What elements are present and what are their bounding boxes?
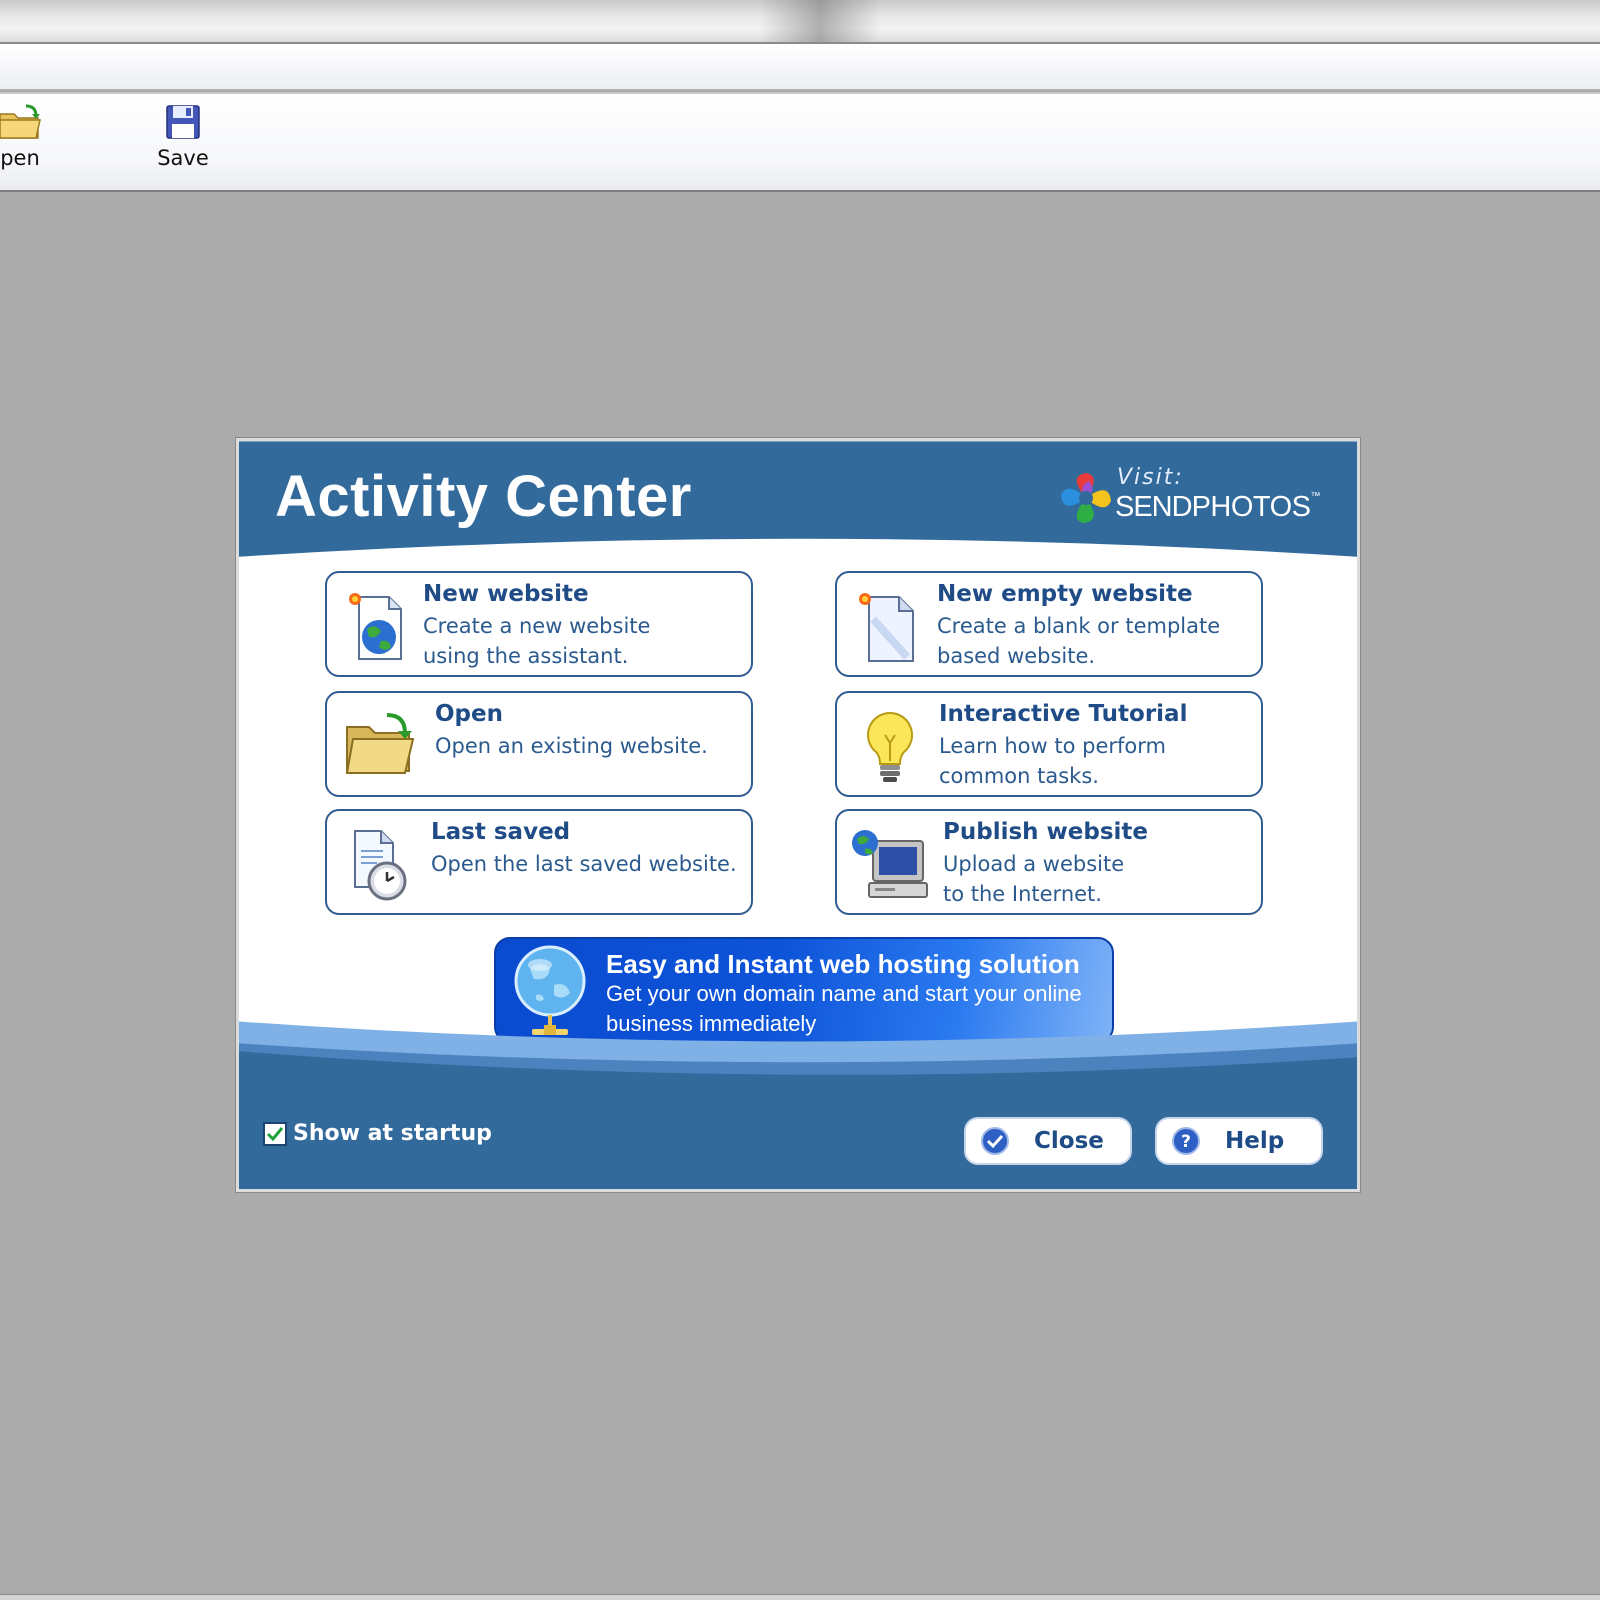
activity-center-dialog: Activity Center Visit: SENDPHOTOS™ New w…	[235, 437, 1361, 1193]
open-folder-icon	[345, 713, 415, 774]
menu-bar	[0, 44, 1600, 90]
lightbulb-icon	[866, 711, 914, 782]
open-toolbar-button[interactable]: pen	[0, 104, 70, 184]
banner-title: Easy and Instant web hosting solution	[606, 949, 1080, 979]
sendphotos-logo[interactable]: Visit: SENDPHOTOS™	[1057, 465, 1320, 531]
last-saved-title: Last saved	[431, 819, 571, 845]
new-website-title: New website	[423, 581, 589, 607]
dialog-footer-background	[239, 1021, 1357, 1189]
last-saved-desc: Open the last saved website.	[431, 852, 737, 876]
open-website-title: Open	[435, 701, 503, 727]
dialog-title: Activity Center	[275, 464, 692, 529]
open-folder-icon	[0, 104, 41, 139]
show-at-startup-label: Show at startup	[293, 1121, 492, 1146]
logo-brand-text: SENDPHOTOS™	[1115, 491, 1320, 524]
new-document-icon	[859, 593, 914, 662]
sendphotos-swirl-icon	[1061, 473, 1111, 523]
save-toolbar-label: Save	[157, 146, 209, 170]
open-toolbar-label: pen	[0, 146, 40, 170]
help-button[interactable]: ? Help	[1155, 1117, 1323, 1165]
computer-globe-icon	[852, 830, 928, 898]
logo-brand-rest: PHOTOS	[1191, 491, 1311, 523]
toolbar: pen Save	[0, 92, 1600, 192]
close-button[interactable]: Close	[964, 1117, 1132, 1165]
show-at-startup-option[interactable]: Show at startup	[263, 1121, 492, 1146]
floppy-disk-icon	[166, 105, 200, 139]
new-website-tile[interactable]: New website Create a new website using t…	[325, 571, 753, 677]
interactive-tutorial-title: Interactive Tutorial	[939, 701, 1188, 727]
publish-website-title: Publish website	[943, 819, 1149, 845]
interactive-tutorial-desc: Learn how to perform common tasks.	[939, 734, 1166, 788]
new-website-icon	[349, 593, 402, 660]
show-at-startup-checkbox[interactable]	[263, 1121, 287, 1146]
save-toolbar-button[interactable]: Save	[138, 104, 228, 184]
publish-website-tile[interactable]: Publish website Upload a website to the …	[835, 809, 1263, 915]
open-website-tile[interactable]: Open Open an existing website.	[325, 691, 753, 797]
new-empty-website-tile[interactable]: New empty website Create a blank or temp…	[835, 571, 1263, 677]
publish-website-desc: Upload a website to the Internet.	[943, 852, 1125, 906]
logo-trademark: ™	[1310, 491, 1321, 502]
check-circle-icon	[981, 1127, 1009, 1155]
document-clock-icon	[354, 830, 407, 901]
open-website-desc: Open an existing website.	[435, 734, 708, 758]
interactive-tutorial-tile[interactable]: Interactive Tutorial Learn how to perfor…	[835, 691, 1263, 797]
new-empty-website-title: New empty website	[937, 581, 1193, 607]
question-circle-icon: ?	[1172, 1127, 1200, 1155]
window-title-bar	[0, 0, 1600, 44]
help-button-label: Help	[1225, 1128, 1285, 1154]
logo-brand-bold: SEND	[1115, 491, 1193, 523]
svg-text:?: ?	[1181, 1132, 1191, 1152]
new-empty-website-desc: Create a blank or template based website…	[937, 614, 1221, 668]
checkmark-icon	[266, 1126, 284, 1141]
last-saved-tile[interactable]: Last saved Open the last saved website.	[325, 809, 753, 915]
status-bar-edge	[0, 1594, 1600, 1600]
close-button-label: Close	[1034, 1128, 1104, 1154]
logo-visit-text: Visit:	[1117, 465, 1184, 490]
new-website-desc: Create a new website using the assistant…	[423, 614, 651, 668]
